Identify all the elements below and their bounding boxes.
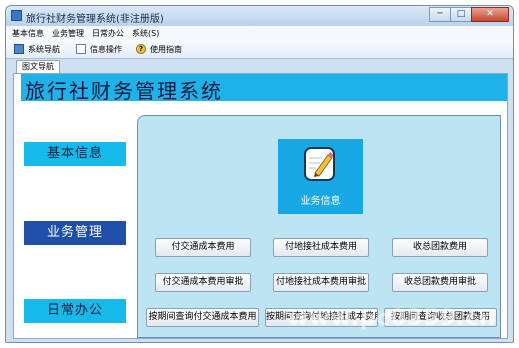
maximize-button[interactable]: □	[450, 7, 472, 22]
page-title: 旅行社财务管理系统	[25, 79, 223, 103]
toolbar-nav-label: 系统导航	[28, 44, 60, 54]
query-transport-cost-button[interactable]: 按期间查询付交通成本费用	[146, 308, 259, 327]
watermark: www.pc0359.cn	[287, 306, 496, 331]
toolbar-info-button[interactable]: 信息操作	[76, 43, 122, 55]
business-info-tile[interactable]: 业务信息	[278, 139, 363, 214]
tab-graphic-nav[interactable]: 图文导航	[16, 60, 60, 74]
approve-local-agency-cost-button[interactable]: 付地接社成本费用审批	[273, 273, 369, 292]
window-controls: ─ □ ✕	[429, 7, 509, 23]
menu-basic-info[interactable]: 基本信息	[12, 28, 44, 39]
function-panel: 业务信息 付交通成本费用 付地接社成本费用 收总团款费用 付交通成本费用审批 付…	[137, 115, 501, 338]
pencil-icon	[309, 152, 334, 177]
nav-office[interactable]: 日常办公	[24, 299, 126, 323]
app-icon	[11, 10, 22, 21]
main-window: 旅行社财务管理系统(非注册版) ─ □ ✕ 基本信息 业务管理 日常办公 系统(…	[5, 5, 514, 343]
approve-group-fee-button[interactable]: 收总团款费用审批	[392, 273, 488, 292]
toolbar-help-button[interactable]: ? 使用指南	[136, 43, 182, 55]
window-title: 旅行社财务管理系统(非注册版)	[26, 14, 164, 25]
navigation-icon	[14, 44, 24, 54]
approve-transport-cost-button[interactable]: 付交通成本费用审批	[155, 273, 251, 292]
menu-business[interactable]: 业务管理	[52, 28, 84, 39]
menu-bar: 基本信息 业务管理 日常办公 系统(S)	[6, 26, 513, 40]
pay-transport-cost-button[interactable]: 付交通成本费用	[155, 238, 251, 257]
help-icon: ?	[136, 44, 146, 54]
toolbar-info-label: 信息操作	[90, 44, 122, 54]
collect-group-fee-button[interactable]: 收总团款费用	[392, 238, 488, 257]
minimize-button[interactable]: ─	[429, 7, 451, 22]
pay-local-agency-cost-button[interactable]: 付地接社成本费用	[273, 238, 369, 257]
nav-business[interactable]: 业务管理	[24, 221, 126, 245]
content-area: 旅行社财务管理系统 基本信息 业务管理 日常办公 业务信息 付交通成本费用 付地…	[13, 73, 508, 339]
edit-document-icon	[304, 147, 335, 181]
menu-system[interactable]: 系统(S)	[132, 28, 159, 39]
toolbar-nav-button[interactable]: 系统导航	[14, 43, 60, 55]
close-button[interactable]: ✕	[471, 7, 509, 22]
menu-office[interactable]: 日常办公	[92, 28, 124, 39]
title-bar[interactable]: 旅行社财务管理系统(非注册版) ─ □ ✕	[6, 6, 513, 26]
nav-basic-info[interactable]: 基本信息	[24, 142, 126, 166]
toolbar: 系统导航 信息操作 ? 使用指南	[6, 40, 513, 59]
header-banner: 旅行社财务管理系统	[21, 74, 507, 103]
tab-strip: 图文导航	[6, 59, 513, 74]
toolbar-help-label: 使用指南	[150, 44, 182, 54]
document-icon	[76, 44, 86, 54]
side-nav: 基本信息 业务管理 日常办公	[21, 105, 132, 338]
tile-label: 业务信息	[300, 196, 341, 207]
